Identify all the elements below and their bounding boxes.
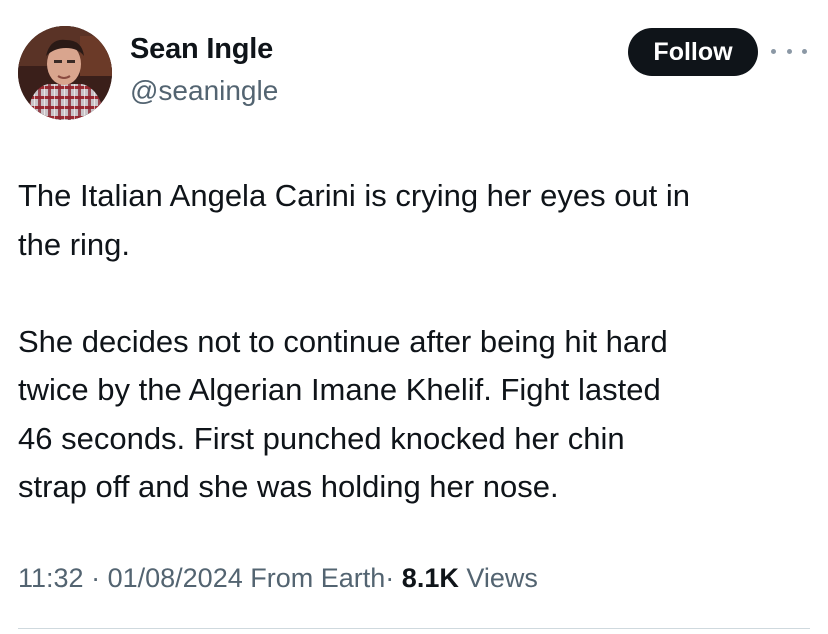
- profile-photo-icon: [18, 26, 112, 120]
- views-count[interactable]: 8.1K: [402, 563, 459, 593]
- views-label: Views: [466, 563, 538, 593]
- follow-button[interactable]: Follow: [628, 28, 758, 76]
- more-horizontal-icon[interactable]: [771, 40, 807, 62]
- more-dot: [786, 48, 792, 54]
- more-dot: [802, 48, 807, 54]
- author-display-name[interactable]: Sean Ingle: [130, 33, 273, 66]
- author-handle[interactable]: @seaningle: [130, 75, 278, 107]
- tweet-text: The Italian Angela Carini is crying her …: [18, 172, 818, 512]
- follow-button-label: Follow: [653, 37, 733, 66]
- meta-separator: ·: [91, 563, 101, 593]
- divider: [18, 628, 810, 629]
- tweet-paragraph: The Italian Angela Carini is crying her …: [18, 178, 691, 262]
- tweet-time[interactable]: 11:32: [18, 563, 84, 593]
- tweet-meta: 11:32 · 01/08/2024 From Earth· 8.1K View…: [18, 563, 538, 594]
- more-dot: [771, 48, 776, 54]
- meta-separator: ·: [385, 563, 395, 593]
- tweet-card: Sean Ingle @seaningle Follow The Italian…: [0, 0, 828, 634]
- tweet-date[interactable]: 01/08/2024: [108, 563, 243, 593]
- tweet-source: From Earth: [250, 563, 386, 593]
- tweet-paragraph: She decides not to continue after being …: [18, 323, 668, 505]
- avatar[interactable]: [18, 26, 112, 120]
